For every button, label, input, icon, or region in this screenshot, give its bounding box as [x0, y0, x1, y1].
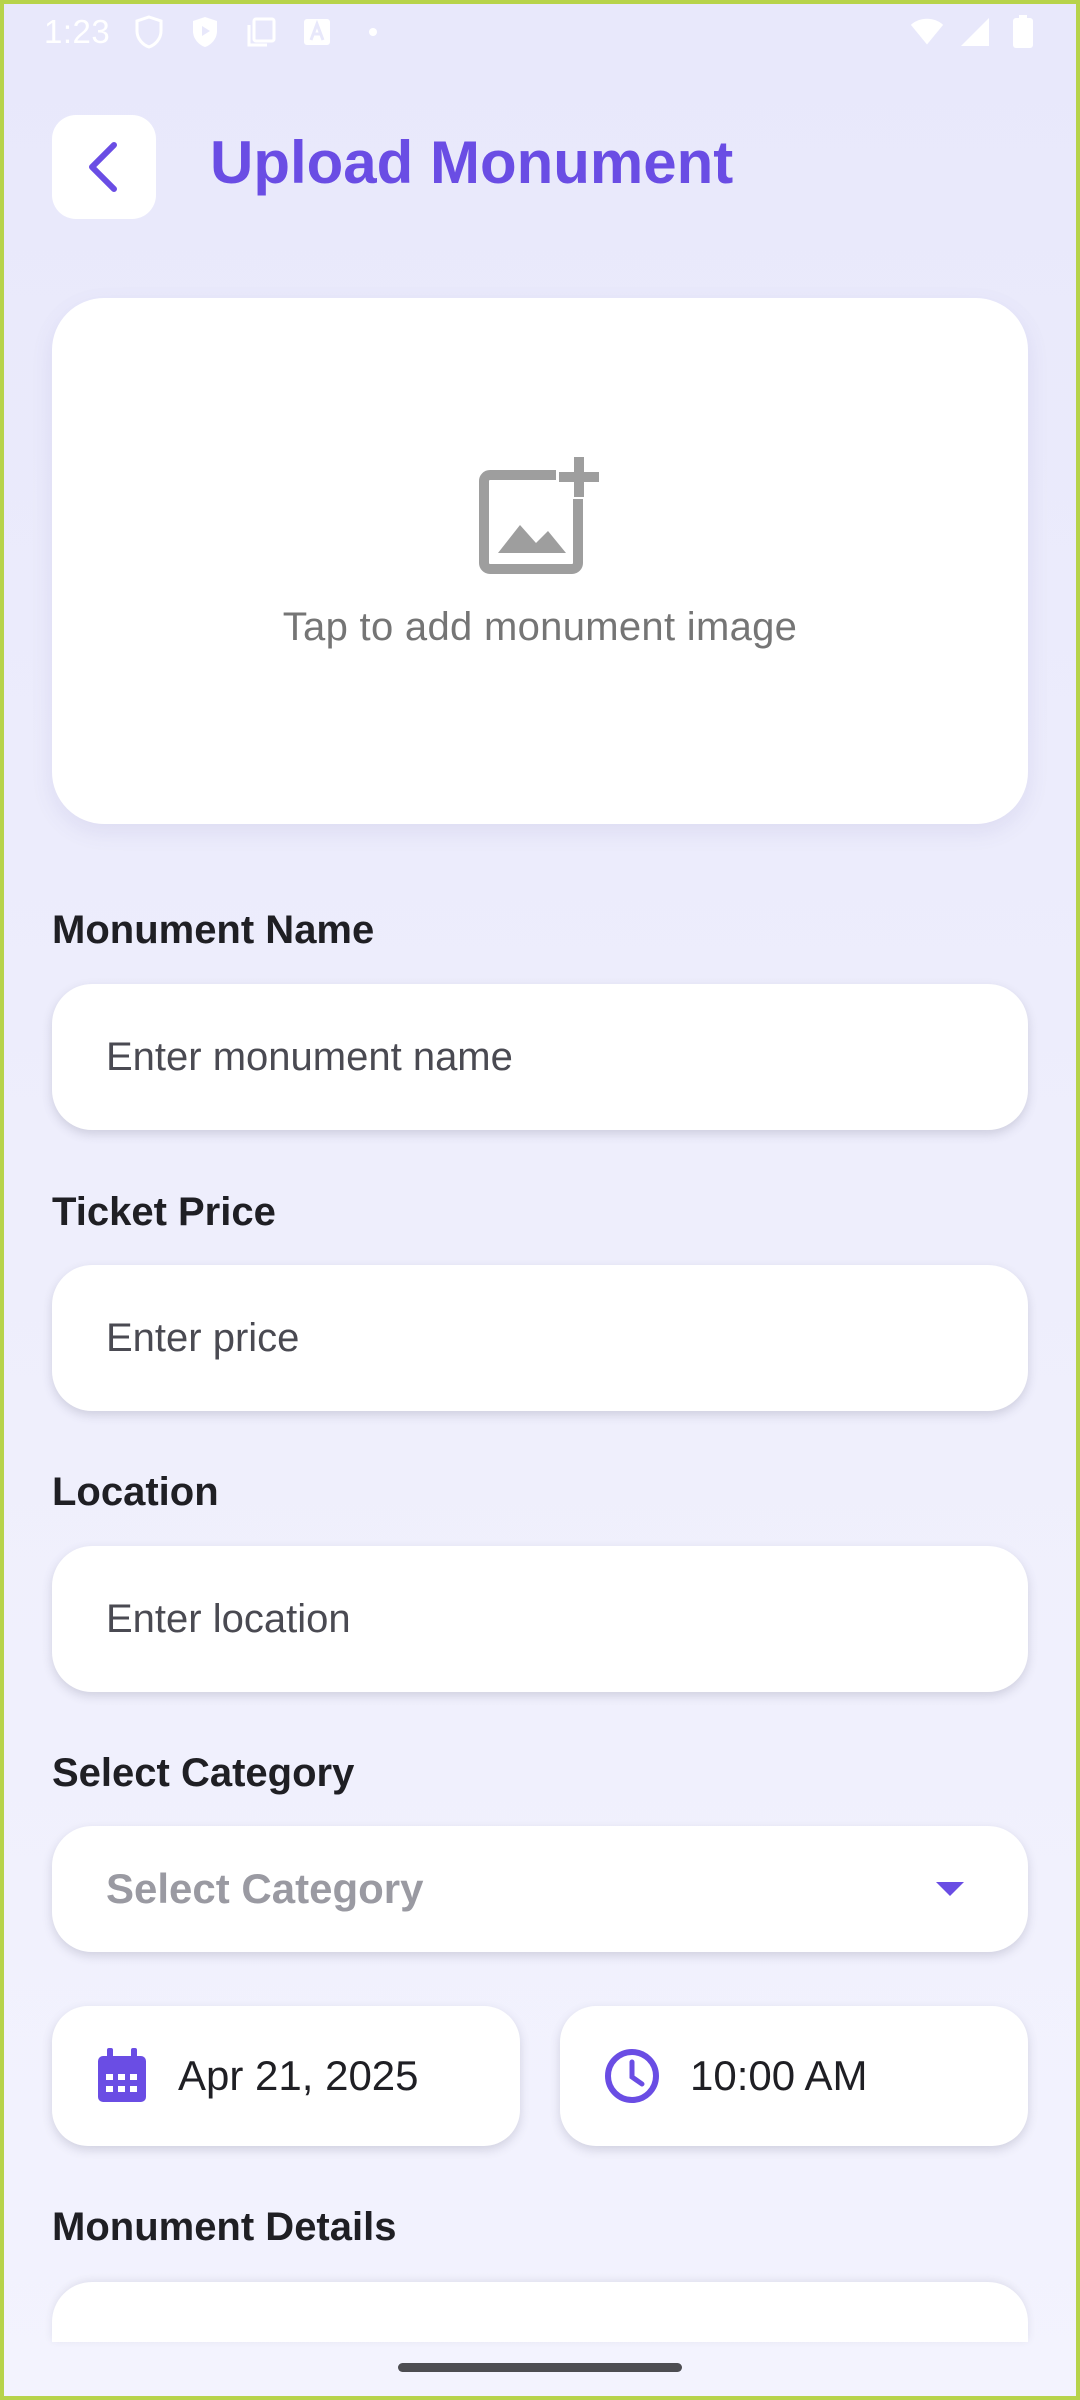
monument-details-label: Monument Details [52, 2205, 397, 2249]
caret-down-icon [936, 1882, 964, 1896]
date-value: Apr 21, 2025 [178, 2052, 419, 2099]
date-picker[interactable]: Apr 21, 2025 [52, 2006, 520, 2146]
monument-name-input[interactable] [52, 984, 1028, 1130]
category-select[interactable]: Select Category [52, 1826, 1028, 1952]
calendar-icon [98, 2048, 146, 2102]
status-time: 1:23 [44, 13, 111, 50]
shield-icon [132, 15, 166, 49]
back-button[interactable] [52, 115, 156, 219]
image-upload-card[interactable]: Tap to add monument image [52, 298, 1028, 824]
monument-name-label: Monument Name [52, 908, 375, 952]
dot-icon [356, 15, 390, 49]
a-badge-icon [300, 15, 334, 49]
status-left: 1:23 [44, 13, 390, 51]
status-bar: 1:23 [0, 0, 1080, 64]
upload-hint-text: Tap to add monument image [282, 604, 798, 649]
page-title: Upload Monument [210, 129, 734, 196]
status-right [910, 15, 1040, 49]
location-label: Location [52, 1470, 219, 1514]
ticket-price-label: Ticket Price [52, 1190, 276, 1234]
play-protect-icon [188, 15, 222, 49]
signal-icon [958, 15, 992, 49]
time-picker[interactable]: 10:00 AM [560, 2006, 1028, 2146]
ticket-price-input[interactable] [52, 1265, 1028, 1411]
home-indicator[interactable] [398, 2363, 682, 2372]
category-select-value: Select Category [106, 1865, 424, 1912]
add-photo-icon [479, 452, 602, 574]
category-label: Select Category [52, 1751, 355, 1795]
time-value: 10:00 AM [690, 2052, 868, 2099]
clock-icon [605, 2049, 659, 2103]
copy-icon [244, 15, 278, 49]
location-input[interactable] [52, 1546, 1028, 1692]
monument-details-input[interactable] [52, 2282, 1028, 2342]
chevron-left-icon [89, 142, 117, 192]
battery-icon [1006, 15, 1040, 49]
wifi-icon [910, 15, 944, 49]
